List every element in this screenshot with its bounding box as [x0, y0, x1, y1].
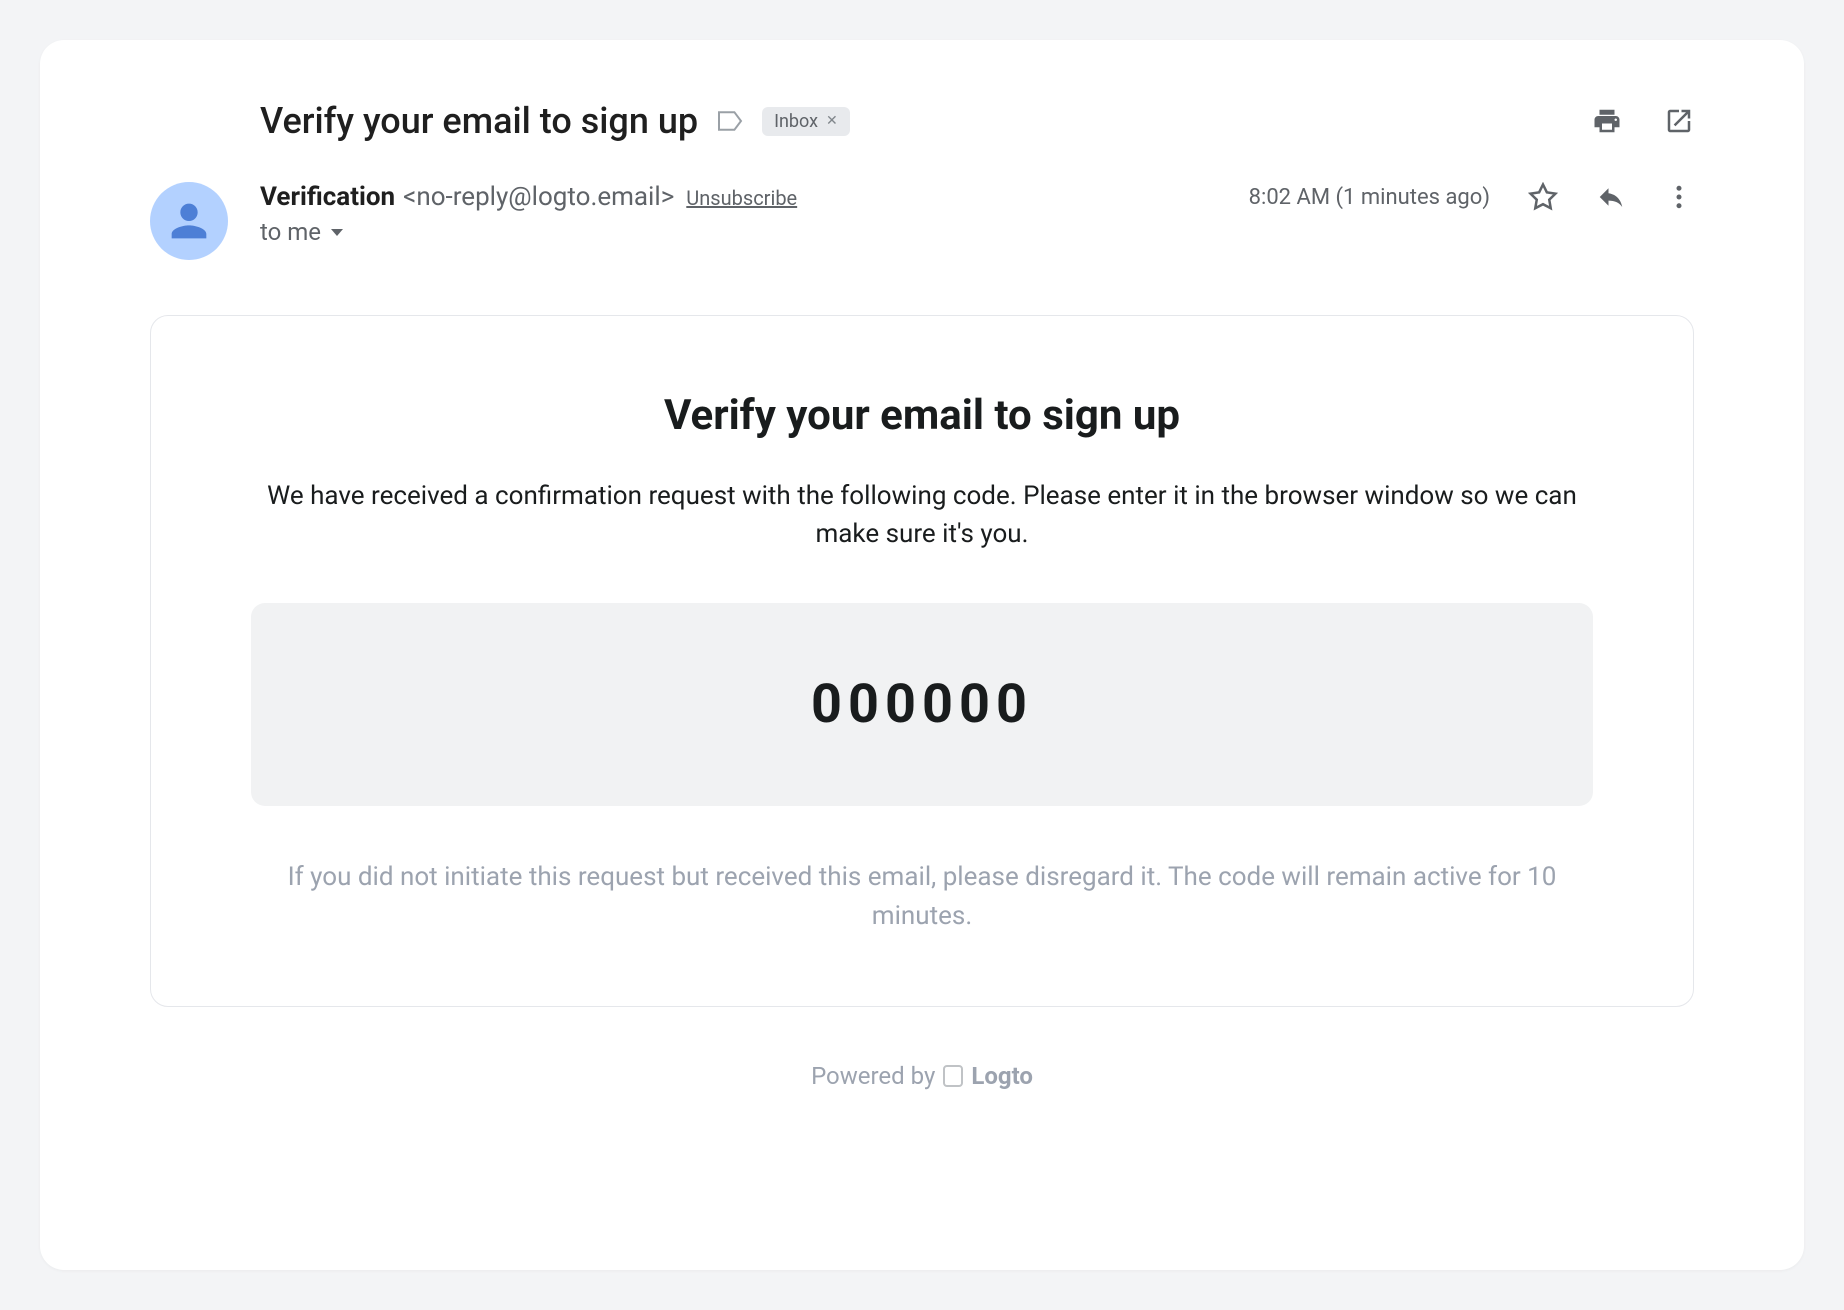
inbox-tag-label: Inbox: [774, 111, 818, 132]
card-disclaimer: If you did not initiate this request but…: [251, 858, 1593, 936]
print-button[interactable]: [1592, 106, 1622, 136]
sender-info: Verification <no-reply@logto.email> Unsu…: [260, 182, 1249, 246]
email-meta-actions: 8:02 AM (1 minutes ago): [1249, 182, 1694, 212]
recipient-dropdown[interactable]: to me: [260, 218, 1249, 246]
person-icon: [163, 195, 215, 247]
sender-name: Verification: [260, 182, 395, 212]
recipient-label: to me: [260, 218, 321, 246]
star-button[interactable]: [1528, 182, 1558, 212]
verification-code: 000000: [251, 603, 1593, 806]
label-chevron-icon[interactable]: [716, 110, 744, 132]
open-new-window-button[interactable]: [1664, 106, 1694, 136]
reply-button[interactable]: [1596, 182, 1626, 212]
logto-logo-icon: [943, 1065, 963, 1087]
chevron-down-icon: [331, 229, 343, 236]
email-footer: Powered by Logto: [150, 1062, 1694, 1090]
verification-card: Verify your email to sign up We have rec…: [150, 315, 1694, 1007]
email-container: Verify your email to sign up Inbox ✕: [40, 40, 1804, 1270]
subject-title: Verify your email to sign up: [260, 100, 698, 142]
inbox-tag-close-icon[interactable]: ✕: [826, 113, 838, 129]
more-vertical-icon: [1664, 182, 1694, 212]
subject-actions: [1592, 106, 1694, 136]
more-options-button[interactable]: [1664, 182, 1694, 212]
timestamp: 8:02 AM (1 minutes ago): [1249, 185, 1490, 210]
sender-line: Verification <no-reply@logto.email> Unsu…: [260, 182, 1249, 212]
external-link-icon: [1664, 106, 1694, 136]
sender-avatar[interactable]: [150, 182, 228, 260]
inbox-tag[interactable]: Inbox ✕: [762, 107, 850, 136]
subject-row: Verify your email to sign up Inbox ✕: [260, 100, 1694, 142]
sender-email: <no-reply@logto.email>: [403, 182, 674, 212]
card-title: Verify your email to sign up: [251, 391, 1593, 440]
reply-icon: [1596, 182, 1626, 212]
star-icon: [1528, 182, 1558, 212]
powered-by-label: Powered by: [811, 1062, 935, 1090]
unsubscribe-link[interactable]: Unsubscribe: [686, 186, 797, 210]
sender-row: Verification <no-reply@logto.email> Unsu…: [150, 182, 1694, 260]
print-icon: [1592, 106, 1622, 136]
brand-name: Logto: [971, 1062, 1033, 1090]
card-description: We have received a confirmation request …: [251, 478, 1593, 553]
subject-left: Verify your email to sign up Inbox ✕: [260, 100, 850, 142]
